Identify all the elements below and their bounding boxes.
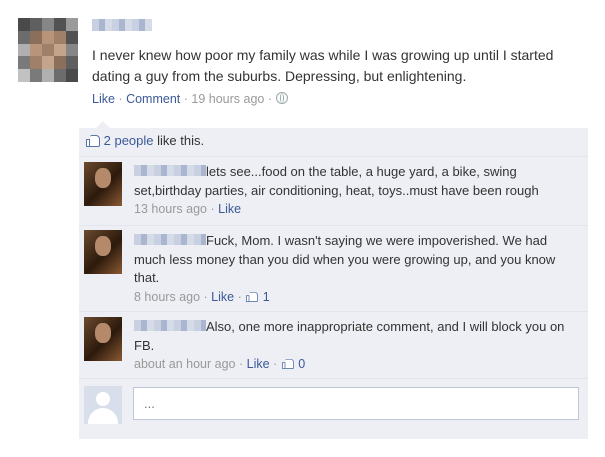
comment-author-avatar[interactable]: [84, 317, 122, 361]
post-text: I never knew how poor my family was whil…: [92, 47, 554, 84]
meta-separator: ·: [183, 92, 188, 106]
divider: [79, 311, 588, 312]
meta-separator: ·: [273, 357, 278, 371]
comment-author-name[interactable]: [134, 234, 206, 245]
post-comment-link[interactable]: Comment: [126, 92, 180, 106]
comment-like-count[interactable]: 1: [245, 289, 270, 304]
comment-like-link[interactable]: Like: [211, 290, 234, 304]
thumb-icon: [246, 290, 259, 302]
thumb-icon: [281, 358, 294, 370]
comment-timestamp[interactable]: 8 hours ago: [134, 290, 200, 304]
comment: Fuck, Mom. I wasn't saying we were impov…: [134, 232, 574, 306]
divider: [79, 378, 588, 379]
thumb-icon: [86, 134, 100, 147]
divider: [79, 156, 588, 157]
comment: lets see...food on the table, a huge yar…: [134, 163, 574, 219]
comment-author-name[interactable]: [134, 320, 206, 331]
comment-like-link[interactable]: Like: [218, 202, 241, 216]
post-author-avatar[interactable]: [18, 18, 78, 82]
comment-author-avatar[interactable]: [84, 162, 122, 206]
post-author-name[interactable]: [92, 19, 152, 31]
comment-like-link[interactable]: Like: [247, 357, 270, 371]
meta-separator: ·: [210, 202, 215, 216]
meta-separator: ·: [238, 357, 244, 371]
meta-separator: ·: [118, 92, 123, 106]
like-count-value: 0: [298, 357, 306, 371]
likes-summary: 2 people like this.: [86, 133, 204, 153]
comment-input[interactable]: [133, 387, 579, 420]
comment-meta: about an hour ago · Like · 0: [134, 355, 574, 374]
meta-separator: ·: [267, 92, 273, 106]
likes-count-link[interactable]: 2 people: [104, 133, 154, 148]
comment: Also, one more inappropriate comment, an…: [134, 318, 574, 374]
comment-timestamp[interactable]: about an hour ago: [134, 357, 235, 371]
comment-author-avatar[interactable]: [84, 230, 122, 274]
meta-separator: ·: [237, 289, 242, 304]
post-meta: Like · Comment · 19 hours ago ·: [92, 92, 288, 106]
comment-author-name[interactable]: [134, 165, 206, 176]
meta-separator: ·: [203, 289, 208, 304]
likes-suffix: like this.: [153, 133, 205, 148]
comment-meta: 13 hours ago · Like: [134, 200, 574, 219]
composer-avatar: [84, 386, 122, 424]
divider: [79, 225, 588, 226]
like-count-value: 1: [262, 289, 270, 304]
comment-timestamp[interactable]: 13 hours ago: [134, 202, 207, 216]
post-timestamp[interactable]: 19 hours ago: [191, 92, 264, 106]
globe-icon[interactable]: [275, 92, 288, 104]
comment-meta: 8 hours ago · Like · 1: [134, 288, 574, 307]
feedback-caret: [96, 121, 110, 128]
comment-like-count[interactable]: 0: [281, 357, 305, 371]
post-like-link[interactable]: Like: [92, 92, 115, 106]
